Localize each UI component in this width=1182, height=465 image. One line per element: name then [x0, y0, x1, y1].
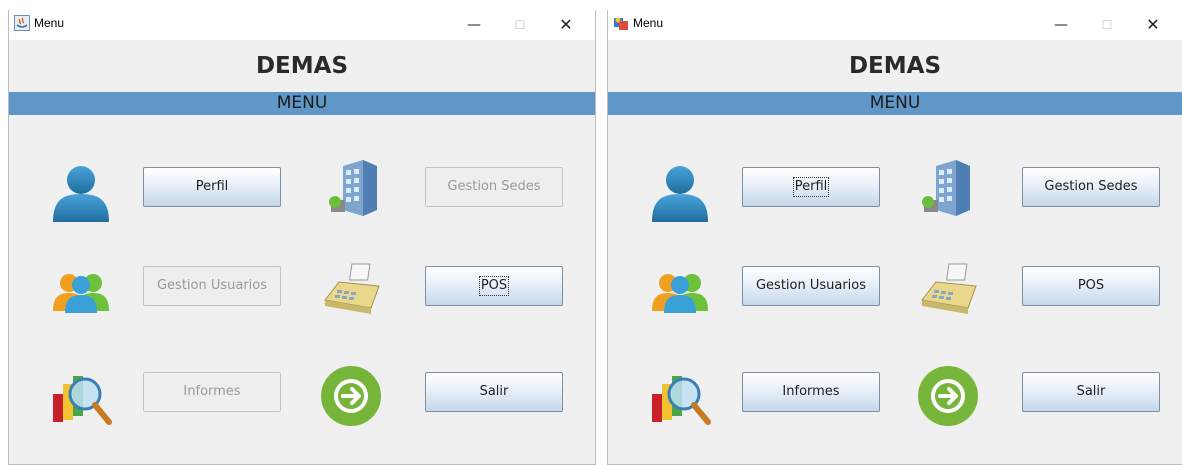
window-title: Menu: [633, 16, 664, 30]
java-app-icon: [14, 15, 30, 31]
maximize-button: ☐: [1101, 18, 1113, 32]
salir-button-label: Salir: [1076, 384, 1106, 399]
office-building-icon: [922, 160, 970, 216]
menu-header: MENU: [9, 92, 595, 115]
minimize-button[interactable]: —: [451, 10, 497, 40]
informes-button: Informes: [143, 372, 281, 412]
title-bar[interactable]: Menu — ☐ ✕: [9, 10, 595, 40]
menu-window-2: Menu — ☐ ✕ DEMAS MENU Perfil Gestion Sed…: [607, 10, 1182, 465]
pos-button-label: POS: [1077, 278, 1105, 293]
gestion-sedes-button: Gestion Sedes: [425, 167, 563, 207]
perfil-button[interactable]: Perfil: [742, 167, 880, 207]
app-title: DEMAS: [255, 53, 349, 79]
gestion-usuarios-button: Gestion Usuarios: [143, 266, 281, 306]
exit-arrow-icon: [321, 366, 381, 426]
close-button[interactable]: ✕: [1130, 10, 1176, 40]
pos-button-label: POS: [478, 276, 510, 296]
minimize-button[interactable]: —: [1038, 10, 1084, 40]
close-button[interactable]: ✕: [543, 10, 589, 40]
report-search-icon: [652, 376, 711, 425]
gestion-usuarios-button-label: Gestion Usuarios: [755, 278, 867, 293]
salir-button-label: Salir: [479, 384, 509, 399]
salir-button[interactable]: Salir: [1022, 372, 1160, 412]
office-building-icon: [329, 160, 377, 216]
gestion-sedes-button[interactable]: Gestion Sedes: [1022, 167, 1160, 207]
gestion-usuarios-button[interactable]: Gestion Usuarios: [742, 266, 880, 306]
app-logo-icon: [614, 17, 628, 30]
perfil-button[interactable]: Perfil: [143, 167, 281, 207]
informes-button[interactable]: Informes: [742, 372, 880, 412]
report-search-icon: [53, 376, 112, 425]
pos-button[interactable]: POS: [425, 266, 563, 306]
menu-header: MENU: [608, 92, 1182, 115]
informes-button-label: Informes: [183, 384, 241, 399]
maximize-button: ☐: [514, 18, 526, 32]
app-title: DEMAS: [848, 53, 942, 79]
user-profile-icon: [53, 166, 109, 222]
cash-register-icon: [324, 263, 380, 314]
cash-register-icon: [921, 263, 977, 314]
window-title: Menu: [34, 16, 65, 30]
pos-button[interactable]: POS: [1022, 266, 1160, 306]
exit-arrow-icon: [918, 366, 978, 426]
user-profile-icon: [652, 166, 708, 222]
users-group-icon: [53, 274, 109, 313]
salir-button[interactable]: Salir: [425, 372, 563, 412]
perfil-button-label: Perfil: [792, 177, 830, 197]
gestion-sedes-button-label: Gestion Sedes: [447, 179, 541, 194]
gestion-sedes-button-label: Gestion Sedes: [1044, 179, 1138, 194]
gestion-usuarios-button-label: Gestion Usuarios: [156, 278, 268, 293]
menu-window-1: Menu — ☐ ✕ DEMAS MENU Perfil Gestion Sed…: [8, 10, 596, 465]
title-bar[interactable]: Menu — ☐ ✕: [608, 10, 1182, 40]
users-group-icon: [652, 274, 708, 313]
informes-button-label: Informes: [782, 384, 840, 399]
perfil-button-label: Perfil: [195, 179, 229, 194]
